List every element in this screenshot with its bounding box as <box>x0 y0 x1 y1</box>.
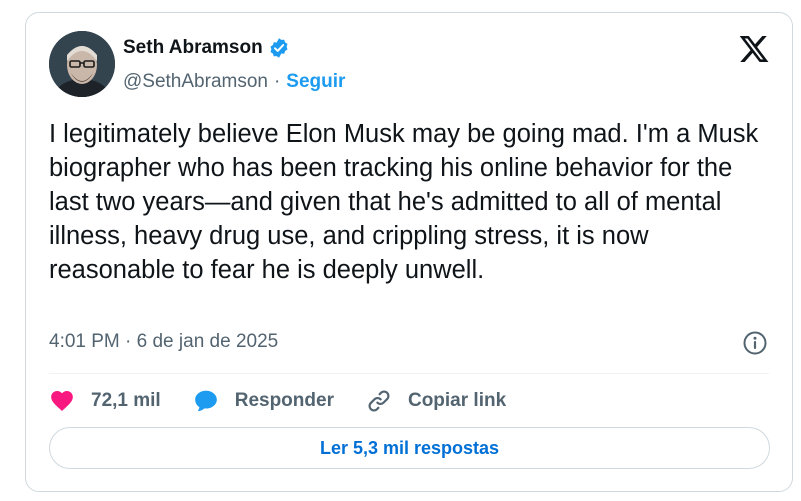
follow-button[interactable]: Seguir <box>286 71 345 93</box>
author-name[interactable]: Seth Abramson <box>123 37 263 59</box>
reply-button[interactable]: Responder <box>193 388 334 414</box>
info-icon[interactable] <box>742 330 768 356</box>
verified-badge-icon <box>270 38 288 58</box>
handle-separator: · <box>273 71 281 92</box>
author-name-row: Seth Abramson <box>123 37 290 59</box>
like-button[interactable]: 72,1 mil <box>49 388 161 414</box>
author-handle-row: @SethAbramson · Seguir <box>123 71 345 93</box>
speech-bubble-icon <box>194 390 217 412</box>
tweet-actions: 72,1 mil Responder Copiar link <box>49 385 538 417</box>
author-handle[interactable]: @SethAbramson <box>123 71 268 93</box>
heart-icon <box>51 391 73 411</box>
avatar[interactable] <box>49 31 115 97</box>
like-count: 72,1 mil <box>91 390 161 411</box>
divider <box>49 373 769 374</box>
tweet-embed-card: Seth Abramson @SethAbramson · Seguir I l… <box>25 12 793 492</box>
x-logo-icon[interactable] <box>738 33 770 65</box>
link-icon <box>368 390 390 412</box>
tweet-text: I legitimately believe Elon Musk may be … <box>49 120 759 284</box>
read-replies-button[interactable]: Ler 5,3 mil respostas <box>49 427 770 469</box>
copy-link-button[interactable]: Copiar link <box>366 388 506 414</box>
copy-link-label: Copiar link <box>407 390 507 411</box>
reply-label: Responder <box>234 390 334 411</box>
tweet-timestamp[interactable]: 4:01 PM · 6 de jan de 2025 <box>49 331 278 353</box>
